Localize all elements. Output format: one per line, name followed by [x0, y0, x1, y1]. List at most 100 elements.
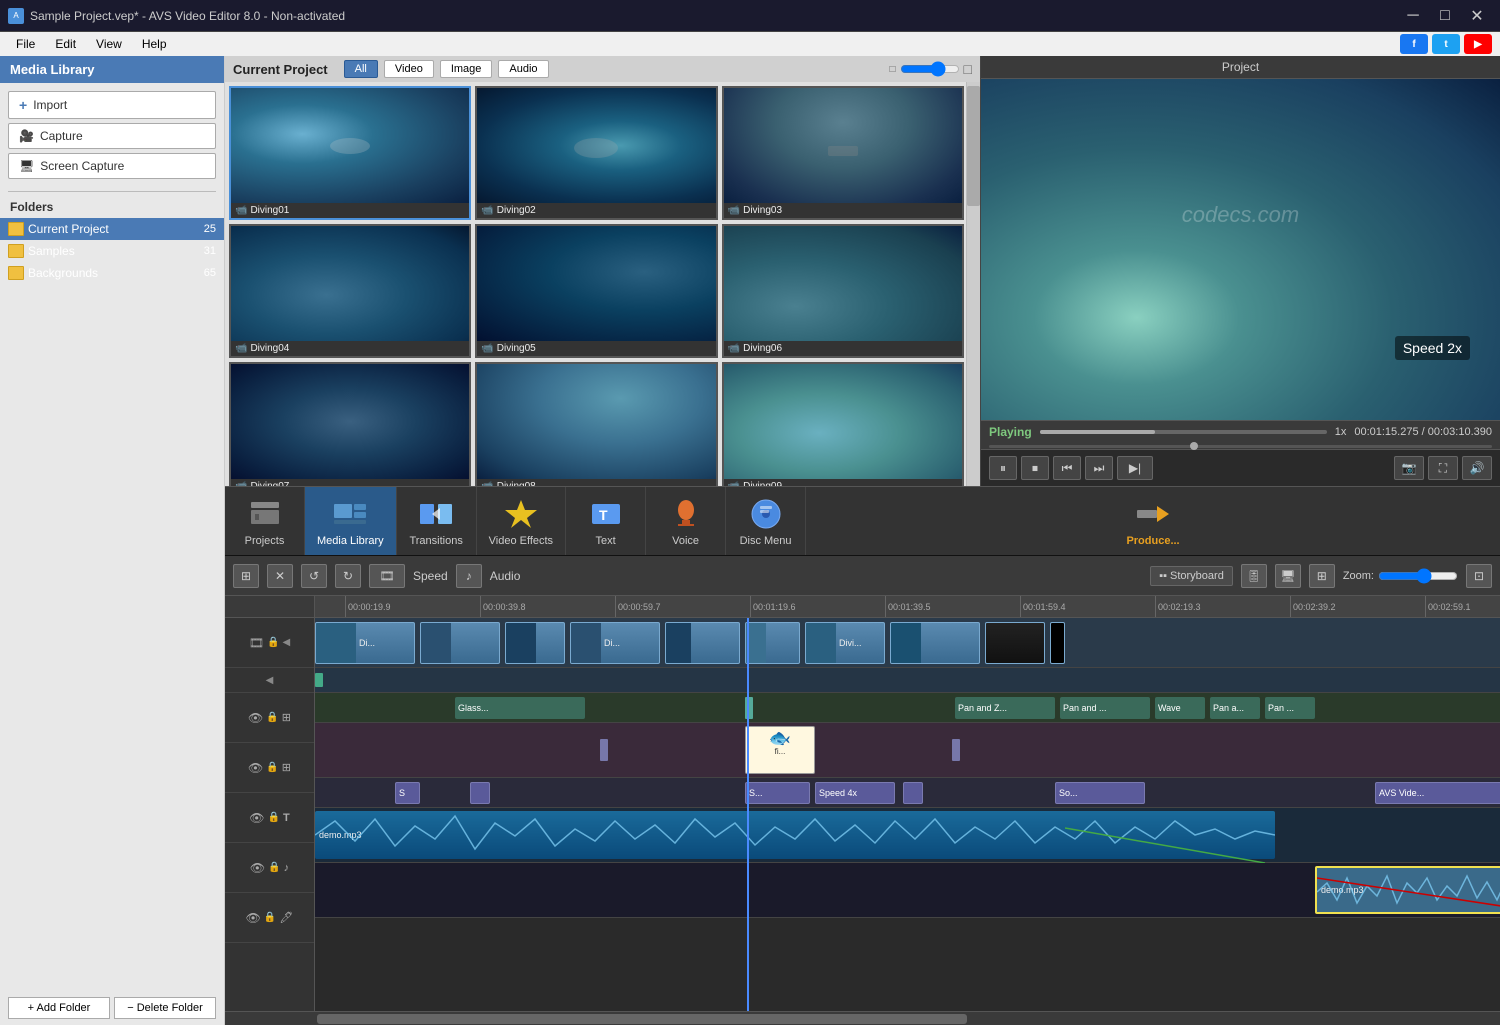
undo-button[interactable]: ↺ [301, 564, 327, 588]
redo-button[interactable]: ↻ [335, 564, 361, 588]
filter-video-button[interactable]: Video [384, 60, 434, 78]
video-clip-7[interactable]: Divi... [805, 622, 885, 664]
video-clip-5[interactable] [665, 622, 740, 664]
twitter-button[interactable]: t [1432, 34, 1460, 54]
tool-media-library[interactable]: Media Library [305, 487, 397, 555]
menu-view[interactable]: View [88, 32, 130, 56]
text-track: S S... Speed 4x So... AVS Vide... [315, 778, 1500, 808]
zoom-slider-input[interactable] [1378, 568, 1458, 584]
diving04-label: Diving04 [250, 343, 289, 354]
thumb-diving01[interactable]: 📹 Diving01 [229, 86, 471, 220]
timeline-grid-button[interactable]: ⊞ [233, 564, 259, 588]
effect-pan[interactable]: Pan ... [1265, 697, 1315, 719]
import-button[interactable]: + Import [8, 91, 216, 119]
thumb-diving03[interactable]: 📹 Diving03 [722, 86, 964, 220]
folder-item-backgrounds[interactable]: Backgrounds 65 [0, 262, 224, 284]
speed-film-button[interactable]: 🎞 [369, 564, 405, 588]
text-2[interactable] [470, 782, 490, 804]
youtube-button[interactable]: ▶ [1464, 34, 1492, 54]
tool-video-effects[interactable]: Video Effects [477, 487, 566, 555]
text-speed4x[interactable]: Speed 4x [815, 782, 895, 804]
thumb-diving06[interactable]: 📹 Diving06 [722, 224, 964, 358]
h-scrollbar[interactable] [225, 1011, 1500, 1025]
screen-capture-button[interactable]: 🖥 Screen Capture [8, 153, 216, 179]
effect-pan-zoom[interactable]: Pan and Z... [955, 697, 1055, 719]
volume-button[interactable]: 🔊 [1462, 456, 1492, 480]
folder-icon-current [8, 222, 24, 236]
video-clip-4[interactable]: Di... [570, 622, 660, 664]
effect-wave[interactable]: Wave [1155, 697, 1205, 719]
capture-button[interactable]: 🎥 Capture [8, 123, 216, 149]
filter-all-button[interactable]: All [344, 60, 378, 78]
filter-image-button[interactable]: Image [440, 60, 493, 78]
video-clip-8[interactable] [890, 622, 980, 664]
play-segment-button[interactable]: ▶| [1117, 456, 1153, 480]
video-clip-3[interactable] [505, 622, 565, 664]
fit-zoom-button[interactable]: ⊡ [1466, 564, 1492, 588]
audio-note-button[interactable]: ♪ [456, 564, 482, 588]
thumb-diving02[interactable]: 📹 Diving02 [475, 86, 717, 220]
text-so[interactable]: So... [1055, 782, 1145, 804]
delete-folder-button[interactable]: − Delete Folder [114, 997, 216, 1019]
folder-item-samples[interactable]: Samples 31 [0, 240, 224, 262]
overlay-fish[interactable]: 🐟 fi... [745, 726, 815, 774]
prev-button[interactable]: ⏮ [1053, 456, 1081, 480]
scrollbar-track[interactable] [317, 1014, 1498, 1024]
audio2-clip[interactable]: demo.mp3 [1315, 866, 1500, 914]
tool-disc-menu[interactable]: Disc Menu [726, 487, 806, 555]
text-s[interactable]: S [395, 782, 420, 804]
text-s-label[interactable]: S... [745, 782, 810, 804]
video-clip-1[interactable]: Di... [315, 622, 415, 664]
effect-glass[interactable]: Glass... [455, 697, 585, 719]
thumb-diving07[interactable]: 📹 Diving07 [229, 362, 471, 486]
monitor-button[interactable]: 🖥 [1275, 564, 1301, 588]
video-clip-black[interactable] [985, 622, 1045, 664]
timeline-close-button[interactable]: ✕ [267, 564, 293, 588]
thumb-diving04[interactable]: 📹 Diving04 [229, 224, 471, 358]
effect-pan-and[interactable]: Pan and ... [1060, 697, 1150, 719]
audio-mix-button[interactable]: 🎚 [1241, 564, 1267, 588]
text-speed-end[interactable] [903, 782, 923, 804]
scroll-track[interactable] [966, 82, 980, 486]
minimize-button[interactable]: ─ [1398, 5, 1428, 27]
thumb-diving05[interactable]: 📹 Diving05 [475, 224, 717, 358]
size-slider[interactable]: □ □ [889, 61, 972, 77]
storyboard-button[interactable]: ▪▪ Storyboard [1150, 566, 1233, 586]
scroll-thumb[interactable] [967, 86, 980, 206]
snapshot-button[interactable]: 📷 [1394, 456, 1424, 480]
disc-label: Disc Menu [740, 535, 792, 547]
facebook-button[interactable]: f [1400, 34, 1428, 54]
menu-file[interactable]: File [8, 32, 43, 56]
audio1-track-label: 👁 🔒 ♪ [225, 843, 314, 893]
tool-voice[interactable]: Voice [646, 487, 726, 555]
menu-help[interactable]: Help [134, 32, 175, 56]
lock-icon-3: 🔒 [266, 762, 278, 773]
stop-button[interactable]: ⏹ [1021, 456, 1049, 480]
pause-button[interactable]: ⏸ [989, 456, 1017, 480]
filter-audio-button[interactable]: Audio [498, 60, 548, 78]
folder-item-current[interactable]: Current Project 25 [0, 218, 224, 240]
size-range-input[interactable] [900, 61, 960, 77]
video-clip-end[interactable] [1050, 622, 1065, 664]
thumb-diving09[interactable]: 📹 Diving09 [722, 362, 964, 486]
titlebar-controls[interactable]: ─ □ ✕ [1398, 5, 1492, 27]
menu-edit[interactable]: Edit [47, 32, 84, 56]
tool-transitions[interactable]: Transitions [397, 487, 477, 555]
preview-progress-bar[interactable] [1040, 430, 1327, 434]
text-avs[interactable]: AVS Vide... [1375, 782, 1500, 804]
close-button[interactable]: ✕ [1462, 5, 1492, 27]
video-clip-6[interactable] [745, 622, 800, 664]
effect-pan-a[interactable]: Pan a... [1210, 697, 1260, 719]
add-folder-button[interactable]: + Add Folder [8, 997, 110, 1019]
fullscreen-button[interactable]: ⛶ [1428, 456, 1458, 480]
tool-projects[interactable]: Projects [225, 487, 305, 555]
tool-text[interactable]: T Text [566, 487, 646, 555]
scrollbar-thumb[interactable] [317, 1014, 967, 1024]
expand-button[interactable]: ⊞ [1309, 564, 1335, 588]
video-clip-2[interactable] [420, 622, 500, 664]
next-button[interactable]: ⏭ [1085, 456, 1113, 480]
effect-marker-1 [745, 697, 753, 719]
maximize-button[interactable]: □ [1430, 5, 1460, 27]
thumb-diving08[interactable]: 📹 Diving08 [475, 362, 717, 486]
tool-produce[interactable]: Produce... [806, 487, 1500, 555]
